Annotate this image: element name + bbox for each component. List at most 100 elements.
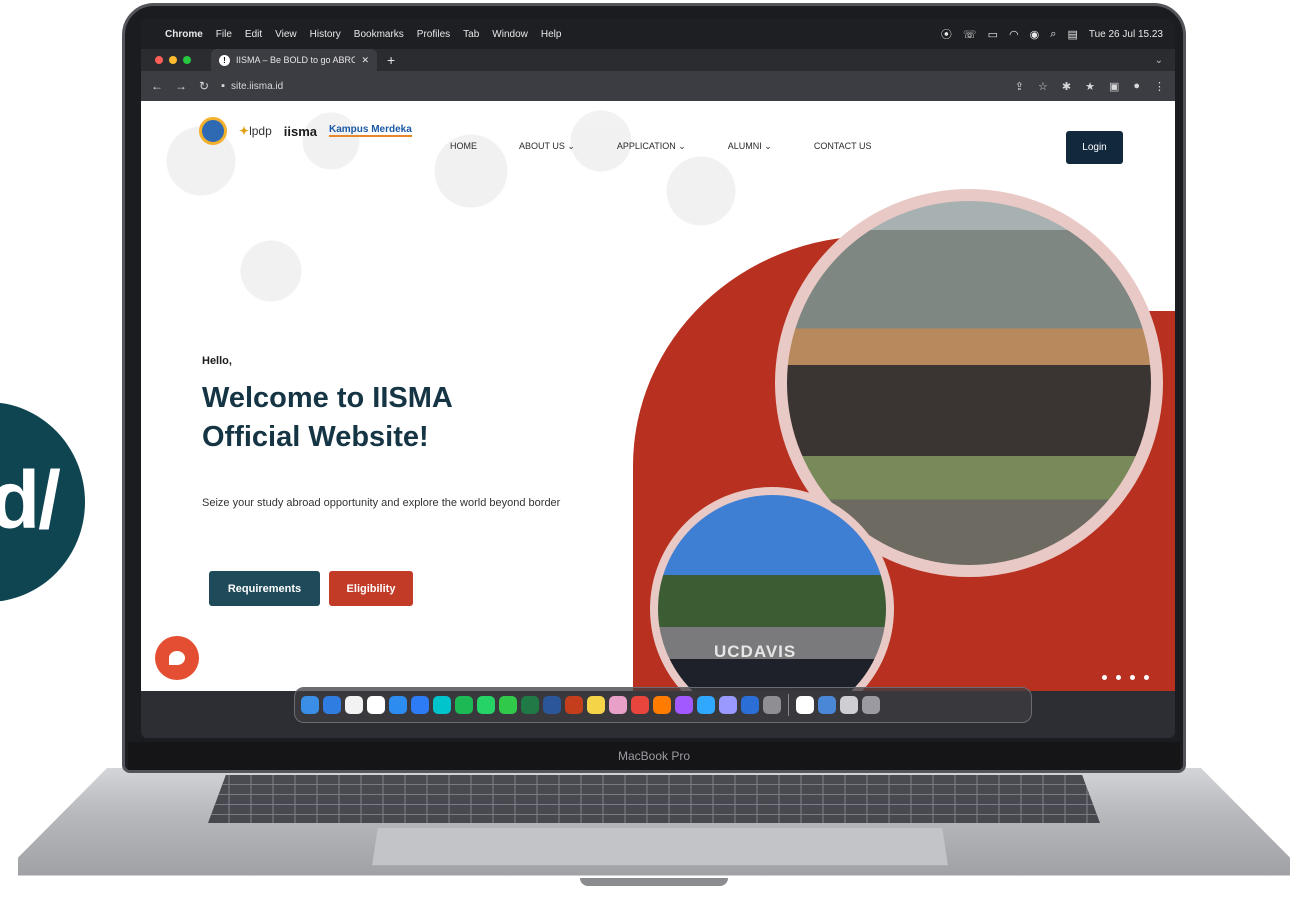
menu-edit[interactable]: Edit xyxy=(245,29,262,40)
menubar-clock[interactable]: Tue 26 Jul 15.23 xyxy=(1089,29,1163,40)
chrome-icon[interactable] xyxy=(631,696,649,714)
laptop-model-label: MacBook Pro xyxy=(128,742,1180,770)
carousel-dots xyxy=(1102,675,1149,680)
word-icon[interactable] xyxy=(543,696,561,714)
close-tab-icon[interactable]: ✕ xyxy=(361,55,369,66)
tab-list-chevron-icon[interactable]: ⌄ xyxy=(1155,55,1163,66)
screen: Chrome File Edit View History Bookmarks … xyxy=(141,19,1175,738)
illustrator-icon[interactable] xyxy=(653,696,671,714)
menu-tab[interactable]: Tab xyxy=(463,29,479,40)
notion-icon[interactable] xyxy=(367,696,385,714)
record-icon[interactable]: ⦿ xyxy=(941,26,952,42)
web-page: ✦lpdp iisma Kampus Merdeka HOME ABOUT US… xyxy=(141,101,1175,691)
browser-tools: ⇪ ☆ ✱ ★ ▣ ● ⋮ xyxy=(1015,80,1165,93)
facetime-icon[interactable] xyxy=(499,696,517,714)
carousel-dot[interactable] xyxy=(1116,675,1121,680)
nav-contact-us[interactable]: CONTACT US xyxy=(814,141,872,152)
back-icon[interactable]: ← xyxy=(151,79,163,93)
excel-icon[interactable] xyxy=(521,696,539,714)
menu-profiles[interactable]: Profiles xyxy=(417,29,450,40)
close-window-button[interactable] xyxy=(155,56,163,64)
canva-icon[interactable] xyxy=(433,696,451,714)
whatsapp-icon[interactable] xyxy=(477,696,495,714)
chat-widget-button[interactable] xyxy=(155,636,199,680)
menu-help[interactable]: Help xyxy=(541,29,562,40)
phone-icon[interactable]: ☏ xyxy=(963,28,977,41)
share-icon[interactable]: ⇪ xyxy=(1015,80,1024,93)
carousel-dot[interactable] xyxy=(1144,675,1149,680)
calendar-icon[interactable] xyxy=(796,696,814,714)
sidebar-icon[interactable]: ▣ xyxy=(1109,80,1119,93)
hero-subtitle: Seize your study abroad opportunity and … xyxy=(202,497,561,509)
notes-icon[interactable] xyxy=(345,696,363,714)
browser-tab[interactable]: ! IISMA – Be BOLD to go ABROA ✕ xyxy=(211,49,377,71)
profile-avatar-icon[interactable]: ● xyxy=(1133,80,1140,93)
site-favicon-icon: ! xyxy=(219,54,230,66)
lock-icon[interactable]: ▪ xyxy=(221,80,225,92)
main-nav: HOME ABOUT US ⌄ APPLICATION ⌄ ALUMNI ⌄ C… xyxy=(450,141,872,152)
carousel-dot[interactable] xyxy=(1130,675,1135,680)
menu-bookmarks[interactable]: Bookmarks xyxy=(354,29,404,40)
safari-icon[interactable] xyxy=(323,696,341,714)
settings-icon[interactable] xyxy=(763,696,781,714)
minimize-window-button[interactable] xyxy=(169,56,177,64)
carousel-dot[interactable] xyxy=(1102,675,1107,680)
bookmark-star-icon[interactable]: ☆ xyxy=(1038,80,1048,93)
ucdavis-sign: UCDAVIS xyxy=(714,642,797,661)
powerpoint-icon[interactable] xyxy=(565,696,583,714)
login-button[interactable]: Login xyxy=(1066,131,1123,164)
battery-icon[interactable]: ▭ xyxy=(988,28,998,41)
nav-alumni[interactable]: ALUMNI ⌄ xyxy=(728,141,772,152)
more-menu-icon[interactable]: ⋮ xyxy=(1154,80,1165,93)
spotlight-icon[interactable]: ⌕ xyxy=(1050,28,1056,41)
menu-app-name[interactable]: Chrome xyxy=(165,29,203,40)
user-icon[interactable]: ◉ xyxy=(1030,28,1040,41)
after-effects-icon[interactable] xyxy=(719,696,737,714)
menu-history[interactable]: History xyxy=(310,29,341,40)
window-controls xyxy=(155,56,191,64)
finder-icon[interactable] xyxy=(301,696,319,714)
lpdp-logo-text: lpdp xyxy=(249,124,272,138)
menubar: Chrome File Edit View History Bookmarks … xyxy=(141,19,1175,49)
reload-icon[interactable]: ↻ xyxy=(199,79,209,93)
dock xyxy=(294,687,1032,723)
dock-separator xyxy=(788,694,789,716)
lid-notch xyxy=(580,878,728,886)
lpdp-logo: ✦lpdp xyxy=(239,124,272,138)
url-field[interactable]: site.iisma.id xyxy=(231,81,283,92)
extension-icon[interactable]: ✱ xyxy=(1062,80,1071,93)
app-store-icon[interactable] xyxy=(389,696,407,714)
zoom-icon[interactable] xyxy=(411,696,429,714)
forward-icon[interactable]: → xyxy=(175,79,187,93)
photos-icon[interactable] xyxy=(609,696,627,714)
menu-view[interactable]: View xyxy=(275,29,297,40)
requirements-button[interactable]: Requirements xyxy=(209,571,320,606)
nav-application[interactable]: APPLICATION ⌄ xyxy=(617,141,686,152)
stage: { "side_badge": {"text": "d/"}, "laptop"… xyxy=(0,0,1307,899)
menu-window[interactable]: Window xyxy=(492,29,528,40)
spotify-icon[interactable] xyxy=(455,696,473,714)
new-tab-icon[interactable]: + xyxy=(387,52,395,68)
menubar-status: ⦿ ☏ ▭ ◠ ◉ ⌕ ▤ Tue 26 Jul 15.23 xyxy=(941,26,1163,42)
control-center-icon[interactable]: ▤ xyxy=(1067,28,1077,41)
hero-greeting: Hello, xyxy=(202,355,232,367)
header-logos[interactable]: ✦lpdp iisma Kampus Merdeka xyxy=(199,117,412,145)
iisma-logo: iisma xyxy=(283,123,317,139)
side-badge: d/ xyxy=(0,402,85,602)
chat-bubble-icon xyxy=(169,651,185,665)
notes-yellow-icon[interactable] xyxy=(587,696,605,714)
keyboard-rows xyxy=(208,775,1100,823)
nav-home[interactable]: HOME xyxy=(450,141,477,152)
preview-icon[interactable] xyxy=(741,696,759,714)
wifi-icon[interactable]: ◠ xyxy=(1009,28,1019,41)
photoshop-icon[interactable] xyxy=(697,696,715,714)
photos-stack-icon[interactable] xyxy=(818,696,836,714)
trash-icon[interactable] xyxy=(862,696,880,714)
dictionary-icon[interactable] xyxy=(840,696,858,714)
figma-icon[interactable] xyxy=(675,696,693,714)
menu-file[interactable]: File xyxy=(216,29,232,40)
eligibility-button[interactable]: Eligibility xyxy=(329,571,413,606)
extensions-puzzle-icon[interactable]: ★ xyxy=(1085,80,1095,93)
nav-about-us[interactable]: ABOUT US ⌄ xyxy=(519,141,575,152)
zoom-window-button[interactable] xyxy=(183,56,191,64)
